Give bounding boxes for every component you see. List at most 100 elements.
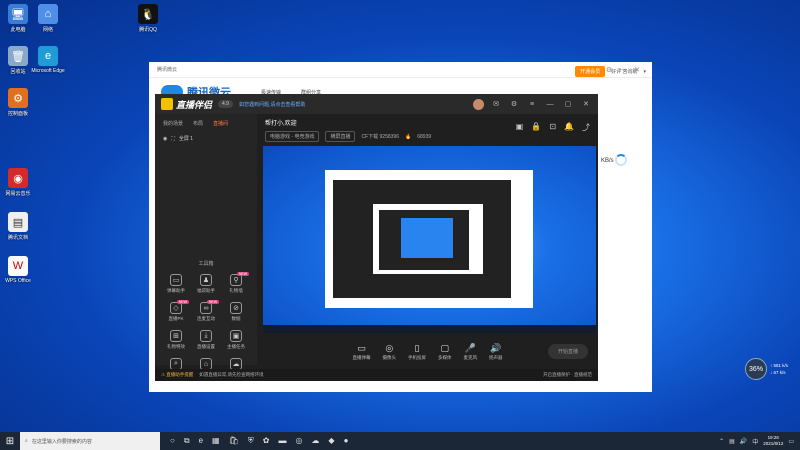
share-icon[interactable]: ⤴ (582, 122, 590, 133)
orientation-pill[interactable]: 横屏直播 (325, 131, 356, 142)
qq-icon[interactable]: ◎ (295, 436, 302, 446)
vip-button[interactable]: 开通会员 (575, 66, 606, 77)
stream-header: 帮打小,欢迎 电脑游戏 - 电竞游戏 横屏直播 CF下载 9258396 🔥 6… (257, 114, 598, 148)
control-speaker[interactable]: 🔊 扬声器 (489, 343, 503, 361)
edge-icon: e (38, 46, 58, 66)
clock[interactable]: 19:26 2021/8/12 (763, 435, 783, 447)
window-title: 腾讯微云 (157, 67, 178, 73)
taskbar: ⊞ ⌕ 在这里输入你要搜索的内容 ○ ⧉ e ▦ 🛍 ⛨ ✿ ▬ ◎ ☁ ◆ ●… (0, 432, 800, 450)
security-icon[interactable]: ⛨ (248, 436, 254, 446)
start-live-button[interactable]: 开始直播 (547, 344, 588, 359)
message-icon[interactable]: ✉ (490, 100, 502, 108)
desktop-icon-edge[interactable]: e Microsoft Edge (30, 46, 66, 74)
desktop-icon-qq[interactable]: 🐧 腾讯QQ (130, 4, 166, 33)
eye-icon[interactable]: ◉ (163, 136, 167, 142)
fire-icon: 🔥 (405, 133, 412, 140)
user-label[interactable]: 好评 咨询助 (611, 68, 637, 75)
terminal-icon[interactable]: ▬ (278, 436, 286, 446)
net-speeds: ↑ 581 k/s ↓ 67 k/s (770, 363, 789, 375)
menu-icon[interactable]: ≡ (526, 101, 538, 108)
settings-icon[interactable]: ⚙ (508, 100, 520, 108)
control-microphone[interactable]: 🎤 麦克风 (464, 343, 478, 361)
cortana-icon[interactable]: ○ (170, 436, 175, 446)
music-icon: ◉ (8, 168, 28, 188)
footer-warning: ⚠ 直播助手提醒 (161, 372, 194, 377)
desktop-icon-control-panel[interactable]: ⚙ 控制面板 (0, 88, 36, 117)
minimize-icon[interactable]: — (544, 101, 556, 108)
tool-gift-effects[interactable]: ⊞ 礼物特效 (161, 330, 191, 350)
app-logo: 直播伴侣 (161, 98, 212, 111)
language-indicator[interactable]: 中 (752, 437, 758, 446)
version-badge[interactable]: 4.9 (218, 100, 233, 108)
lucky-bag-icon: ♟ (200, 274, 212, 286)
streaming-app-icon[interactable]: ◆ (328, 436, 334, 446)
preview-recursive-screen (401, 218, 453, 258)
photos-icon[interactable]: ✿ (263, 436, 270, 446)
danmaku-icon: ▭ (357, 343, 366, 353)
search-icon: ⌕ (25, 438, 28, 444)
notification-icon[interactable]: ▭ (788, 438, 794, 445)
search-input[interactable]: ⌕ 在这里输入你要搜索的内容 (20, 432, 160, 450)
sidebar: 我的场景 布局 直播间 ◉ ⛶ 全屏 1 工具箱 ▭ 弹幕助手 ♟ 福袋助手 NEW… (155, 114, 257, 377)
tab-live-room[interactable]: 直播间 (213, 120, 228, 127)
app-logo-icon (161, 98, 173, 110)
desktop-icon-tencent-docs[interactable]: ▤ 腾讯文档 (0, 212, 36, 241)
tab-scenes[interactable]: 我的场景 (163, 120, 183, 127)
danmaku-icon: ▭ (170, 274, 182, 286)
control-phone-cast[interactable]: ▯ 手机投屏 (408, 343, 426, 361)
tool-link-mic[interactable]: NEW ∞ 连麦互动 (191, 300, 221, 322)
desktop-icon-netease-music[interactable]: ◉ 网易云音乐 (0, 168, 36, 197)
tool-lucky-bag[interactable]: ♟ 福袋助手 (191, 274, 221, 294)
control-camera[interactable]: ◎ 摄像头 (383, 343, 397, 361)
tool-live-settings[interactable]: ⤓ 直播设置 (191, 330, 221, 350)
avatar[interactable] (473, 98, 484, 110)
chevron-up-icon[interactable]: ⌃ (719, 438, 724, 445)
task-view-icon[interactable]: ⧉ (184, 436, 190, 446)
tool-tasks[interactable]: ▣ 主播任务 (221, 330, 251, 350)
tool-pk[interactable]: NEW ◇ 直播PK (161, 300, 191, 322)
windows-start-icon[interactable]: ⊞ (0, 432, 20, 450)
cloud-icon[interactable]: ☁ (311, 436, 319, 446)
music-icon[interactable]: ● (344, 436, 349, 446)
stream-preview[interactable] (263, 146, 596, 333)
network-icon[interactable]: ▤ (729, 438, 735, 445)
new-badge: NEW (206, 300, 219, 304)
lock-icon[interactable]: 🔒 (531, 122, 541, 133)
fullscreen-icon: ⛶ (171, 135, 175, 142)
media-icon: ▢ (440, 343, 449, 353)
control-danmaku[interactable]: ▭ 直播弹幕 (353, 343, 371, 361)
wps-icon: W (8, 256, 28, 276)
control-bar: ▭ 直播弹幕 ◎ 摄像头 ▯ 手机投屏 ▢ 多媒体 🎤 麦克风 🔊 扬声器 (257, 338, 598, 366)
tool-data[interactable]: ⊘ 数据 (221, 302, 251, 322)
cloud-header-right: 开通会员 好评 咨询助 ▾ (575, 66, 646, 77)
stream-stats: CF下载 9258396 (361, 134, 399, 140)
tab-layout[interactable]: 布局 (193, 120, 203, 127)
maximize-icon[interactable]: ▢ (562, 100, 574, 108)
microphone-icon: 🎤 (464, 343, 476, 353)
screen-icon[interactable]: ▣ (516, 122, 524, 133)
tool-danmaku[interactable]: ▭ 弹幕助手 (161, 274, 191, 294)
streaming-app-window: 直播伴侣 4.9 如您遇到问题,请点击查看帮助 ✉ ⚙ ≡ — ▢ ✕ 我的场景… (155, 94, 598, 381)
chevron-down-icon[interactable]: ▾ (643, 69, 646, 75)
save-icon[interactable]: ⊡ (549, 122, 556, 133)
footer-right-links[interactable]: 开启直播保护 · 直播规范 (543, 372, 592, 378)
toolbox-grid: ▭ 弹幕助手 ♟ 福袋助手 NEW ⚲ 礼物墙 NEW ◇ 直播PK NEW ∞ 连麦互动 ⊘ 数… (161, 272, 251, 378)
desktop-icon-network[interactable]: ⌂ 网络 (30, 4, 66, 33)
help-notice-link[interactable]: 如您遇到问题,请点击查看帮助 (239, 101, 305, 108)
scene-item[interactable]: ◉ ⛶ 全屏 1 (155, 133, 257, 144)
toolbox-title: 工具箱 (198, 261, 214, 267)
file-explorer-icon[interactable]: ▦ (212, 436, 220, 446)
volume-icon[interactable]: 🔊 (740, 438, 747, 445)
tool-gift-wall[interactable]: NEW ⚲ 礼物墙 (221, 272, 251, 294)
new-badge: NEW (176, 300, 189, 304)
close-icon[interactable]: ✕ (580, 100, 592, 108)
edge-icon[interactable]: e (199, 436, 203, 446)
bell-icon[interactable]: 🔔 (564, 122, 574, 133)
control-media[interactable]: ▢ 多媒体 (438, 343, 452, 361)
store-icon[interactable]: 🛍 (229, 436, 239, 446)
taskbar-apps: ○ ⧉ e ▦ 🛍 ⛨ ✿ ▬ ◎ ☁ ◆ ● (170, 436, 348, 446)
desktop-icon-wps[interactable]: W WPS Office (0, 256, 36, 284)
category-pill[interactable]: 电脑游戏 - 电竞游戏 (265, 131, 320, 142)
app-topbar: 直播伴侣 4.9 如您遇到问题,请点击查看帮助 ✉ ⚙ ≡ — ▢ ✕ (155, 94, 598, 114)
network-speed-widget[interactable]: 36% ↑ 581 k/s ↓ 67 k/s (745, 358, 788, 380)
